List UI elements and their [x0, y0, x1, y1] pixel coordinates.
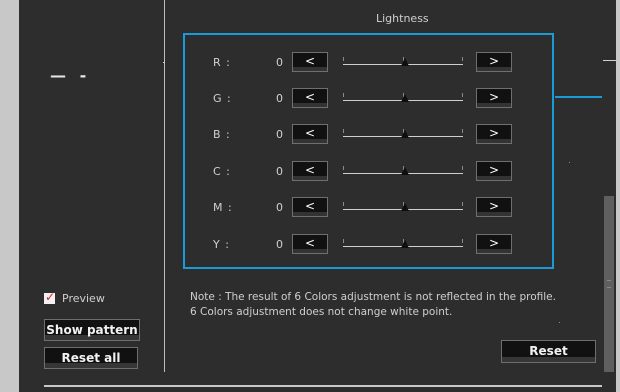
slider-row: G : 0 < >: [185, 88, 552, 110]
slider-knob-icon[interactable]: [401, 130, 409, 138]
note-line-2: 6 Colors adjustment does not change whit…: [190, 306, 453, 318]
preview-checkbox[interactable]: ✓: [44, 290, 56, 304]
channel-value: 0: [276, 128, 283, 141]
slider-tick: [462, 202, 463, 206]
preview-toggle[interactable]: ✓ Preview: [44, 290, 105, 305]
slider-group: R : 0 < > G : 0 < > B : 0 < > C : 0 < > M : 0 < > Y : 0 < >: [183, 33, 554, 269]
decrease-button[interactable]: <: [292, 88, 328, 108]
window-frame-left: [0, 0, 19, 392]
bottom-rule: [44, 385, 602, 387]
slider-tick: [462, 129, 463, 133]
channel-value: 0: [276, 238, 283, 251]
slider-tick: [462, 57, 463, 61]
slider-knob-icon[interactable]: [401, 167, 409, 175]
channel-label: Y :: [213, 238, 230, 251]
slider-row: R : 0 < >: [185, 52, 552, 74]
slider-tick: [343, 166, 344, 170]
channel-value: 0: [276, 201, 283, 214]
increase-button[interactable]: >: [476, 197, 512, 217]
channel-value: 0: [276, 92, 283, 105]
reset-all-button[interactable]: Reset all: [44, 347, 138, 369]
slider-knob-icon[interactable]: [401, 203, 409, 211]
increase-button[interactable]: >: [476, 161, 512, 181]
slider-tick: [462, 239, 463, 243]
reset-button[interactable]: Reset: [501, 340, 596, 363]
channel-label: C :: [213, 165, 231, 178]
slider-tick: [343, 129, 344, 133]
slider-knob-icon[interactable]: [401, 94, 409, 102]
left-panel: [19, 0, 165, 372]
channel-label: B :: [213, 128, 231, 141]
channel-value: 0: [276, 56, 283, 69]
callout-line: [555, 96, 607, 98]
decrease-button[interactable]: <: [292, 234, 328, 254]
slider-tick: [343, 93, 344, 97]
channel-label: M :: [213, 201, 233, 214]
left-dash-indicator: — -: [50, 66, 91, 85]
decrease-button[interactable]: <: [292, 161, 328, 181]
slider-tick: [343, 202, 344, 206]
stray-dot: [559, 322, 560, 323]
slider-row: C : 0 < >: [185, 161, 552, 183]
preview-label: Preview: [62, 292, 105, 305]
note-line-1: Note : The result of 6 Colors adjustment…: [190, 291, 556, 303]
note-text: Note : The result of 6 Colors adjustment…: [190, 290, 600, 320]
slider-knob-icon[interactable]: [401, 58, 409, 66]
section-title: Lightness: [376, 12, 429, 25]
decrease-button[interactable]: <: [292, 52, 328, 72]
checkmark-icon: ✓: [45, 290, 56, 304]
window-frame-right: [616, 0, 620, 392]
slider-tick: [462, 166, 463, 170]
slider-row: M : 0 < >: [185, 197, 552, 219]
slider-tick: [343, 239, 344, 243]
decrease-button[interactable]: <: [292, 197, 328, 217]
increase-button[interactable]: >: [476, 124, 512, 144]
slider-knob-icon[interactable]: [401, 240, 409, 248]
increase-button[interactable]: >: [476, 88, 512, 108]
stray-dot: [569, 162, 570, 163]
bottom-strip: [19, 372, 616, 392]
channel-label: R :: [213, 56, 231, 69]
slider-row: B : 0 < >: [185, 124, 552, 146]
slider-tick: [462, 93, 463, 97]
channel-value: 0: [276, 165, 283, 178]
slider-row: Y : 0 < >: [185, 234, 552, 256]
grip-icon: [607, 280, 611, 288]
channel-label: G :: [213, 92, 232, 105]
divider-tick: [603, 60, 616, 61]
decrease-button[interactable]: <: [292, 124, 328, 144]
increase-button[interactable]: >: [476, 234, 512, 254]
increase-button[interactable]: >: [476, 52, 512, 72]
slider-tick: [343, 57, 344, 61]
show-pattern-button[interactable]: Show pattern: [44, 319, 140, 341]
